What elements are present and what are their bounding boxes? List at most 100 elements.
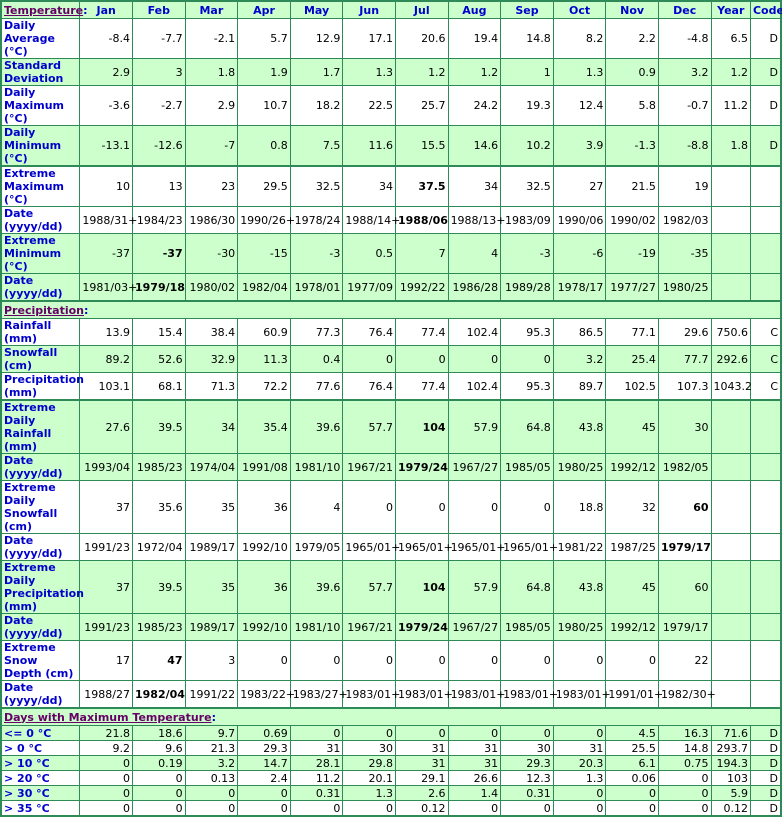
row-label: Extreme Daily Precipitation (mm)	[0, 560, 84, 614]
month-value-cell: 0	[342, 640, 396, 681]
month-value-cell: 102.5	[605, 372, 659, 401]
month-value-cell: 104	[394, 560, 449, 614]
table-row: Precipitation (mm) 103.1 68.1 71.3 72.2 77.6 7…	[0, 372, 782, 401]
month-value-cell: 77.1	[605, 318, 659, 346]
table-row: Date (yyyy/dd) 1981/03+ 1979/18 1980/02 1982…	[0, 273, 782, 302]
month-value-cell: 2.9	[184, 85, 239, 126]
month-value-cell: 86.5	[552, 318, 607, 346]
row-label: Date (yyyy/dd)	[0, 533, 81, 561]
section-title-link[interactable]: Precipitation	[4, 304, 84, 317]
month-value-cell: 35	[184, 480, 239, 534]
year-cell	[710, 613, 751, 641]
month-value-cell: 28.1	[289, 755, 344, 771]
table-row: <= 0 °C 21.8 18.6 9.7 0.69 0 0 0 0 0 0 4.5 16.3 71.6 D	[0, 725, 782, 741]
row-label: > 20 °C	[0, 770, 81, 786]
month-value-cell: 71.3	[184, 372, 239, 401]
table-row: > 35 °C 0 0 0 0 0 0 0.12 0 0 0 0 0 0.12 D	[0, 800, 782, 817]
code-cell: C	[749, 372, 782, 401]
month-value-cell: 0	[394, 345, 449, 373]
month-value-cell: -3	[500, 233, 554, 274]
row-label: Extreme Daily Snowfall (cm)	[0, 480, 81, 534]
year-cell: 6.5	[710, 18, 751, 59]
column-header-feb: Feb	[132, 0, 186, 19]
code-cell: C	[749, 318, 782, 346]
colon: :	[83, 303, 89, 317]
month-value-cell: -4.8	[657, 18, 712, 59]
month-value-cell: 17	[79, 640, 133, 681]
code-cell: D	[749, 58, 782, 86]
month-value-cell: 0	[132, 800, 186, 817]
month-value-cell: 32	[605, 480, 659, 534]
column-header-apr: Apr	[237, 0, 291, 19]
column-header-jun: Jun	[342, 0, 396, 19]
month-value-cell: 89.2	[79, 345, 133, 373]
year-cell: 11.2	[710, 85, 751, 126]
section-title-link[interactable]: Days with Maximum Temperature	[4, 711, 212, 724]
month-value-cell: 0.9	[605, 58, 659, 86]
month-value-cell: 1.7	[289, 58, 344, 86]
month-value-cell: 3	[184, 640, 239, 681]
month-value-cell: 1	[500, 58, 554, 86]
month-value-cell: 35.4	[237, 399, 291, 454]
month-value-cell: 31	[447, 755, 502, 771]
table-row: Extreme Daily Precipitation (mm) 37 39.5 35…	[0, 560, 782, 614]
month-value-cell: 0.13	[184, 770, 239, 786]
month-value-cell: -35	[657, 233, 712, 274]
month-value-cell: 18.8	[552, 480, 607, 534]
month-value-cell: -13.1	[79, 125, 133, 167]
row-label: <= 0 °C	[0, 725, 81, 741]
month-value-cell: -3	[289, 233, 344, 274]
month-value-cell: 1983/01+	[500, 680, 558, 709]
month-value-cell: 0	[132, 785, 186, 801]
row-label: > 0 °C	[0, 740, 81, 756]
month-value-cell: 14.8	[500, 18, 554, 59]
month-value-cell: 1990/26+	[237, 206, 295, 234]
month-value-cell: 30	[500, 740, 554, 756]
month-value-cell: 34	[447, 165, 502, 207]
table-row: Daily Average (°C) -8.4 -7.7 -2.1 5.7 12.9 17.…	[0, 18, 782, 59]
month-value-cell: 1965/01+	[394, 533, 453, 561]
section-title-link[interactable]: Temperature	[4, 4, 83, 17]
month-value-cell: 77.4	[394, 318, 449, 346]
month-value-cell: 3.2	[657, 58, 712, 86]
row-label: Date (yyyy/dd)	[0, 453, 81, 481]
year-cell: 292.6	[710, 345, 751, 373]
month-value-cell: 5.7	[237, 18, 291, 59]
row-label: Daily Minimum (°C)	[0, 125, 81, 167]
month-value-cell: 1981/03+	[79, 273, 137, 302]
table-row: Rainfall (mm) 13.9 15.4 38.4 60.9 77.3 76.4 77.…	[0, 318, 782, 346]
month-value-cell: 32.5	[500, 165, 554, 207]
month-value-cell: 23	[184, 165, 239, 207]
month-value-cell: 29.3	[500, 755, 554, 771]
month-value-cell: 31	[552, 740, 607, 756]
code-cell	[749, 480, 782, 534]
code-cell: C	[749, 345, 782, 373]
month-value-cell: -7.7	[132, 18, 186, 59]
month-value-cell: 39.5	[132, 399, 186, 454]
month-value-cell: 0	[394, 640, 449, 681]
month-value-cell: 0	[342, 480, 396, 534]
month-value-cell: 11.2	[289, 770, 344, 786]
month-value-cell: 0	[289, 640, 344, 681]
month-value-cell: 31	[447, 740, 502, 756]
month-value-cell: 76.4	[342, 318, 396, 346]
year-cell: 5.9	[710, 785, 751, 801]
code-cell	[749, 613, 782, 641]
month-value-cell: 36	[237, 480, 291, 534]
month-value-cell: 89.7	[552, 372, 607, 401]
year-cell	[710, 533, 751, 561]
section-header-precipitation: Precipitation:	[0, 300, 782, 319]
code-cell: D	[749, 125, 782, 167]
month-value-cell: 1985/05	[500, 613, 554, 641]
month-value-cell: 1965/01+	[447, 533, 505, 561]
month-value-cell: -7	[184, 125, 239, 167]
row-label: Rainfall (mm)	[0, 318, 81, 346]
month-value-cell: 1981/22	[552, 533, 607, 561]
month-value-cell: 21.5	[605, 165, 659, 207]
month-value-cell: 35	[184, 560, 239, 614]
row-label: Daily Maximum (°C)	[0, 85, 81, 126]
month-value-cell: 35.6	[132, 480, 186, 534]
year-cell	[710, 560, 751, 614]
code-cell: D	[749, 18, 782, 59]
month-value-cell: 0	[342, 345, 396, 373]
